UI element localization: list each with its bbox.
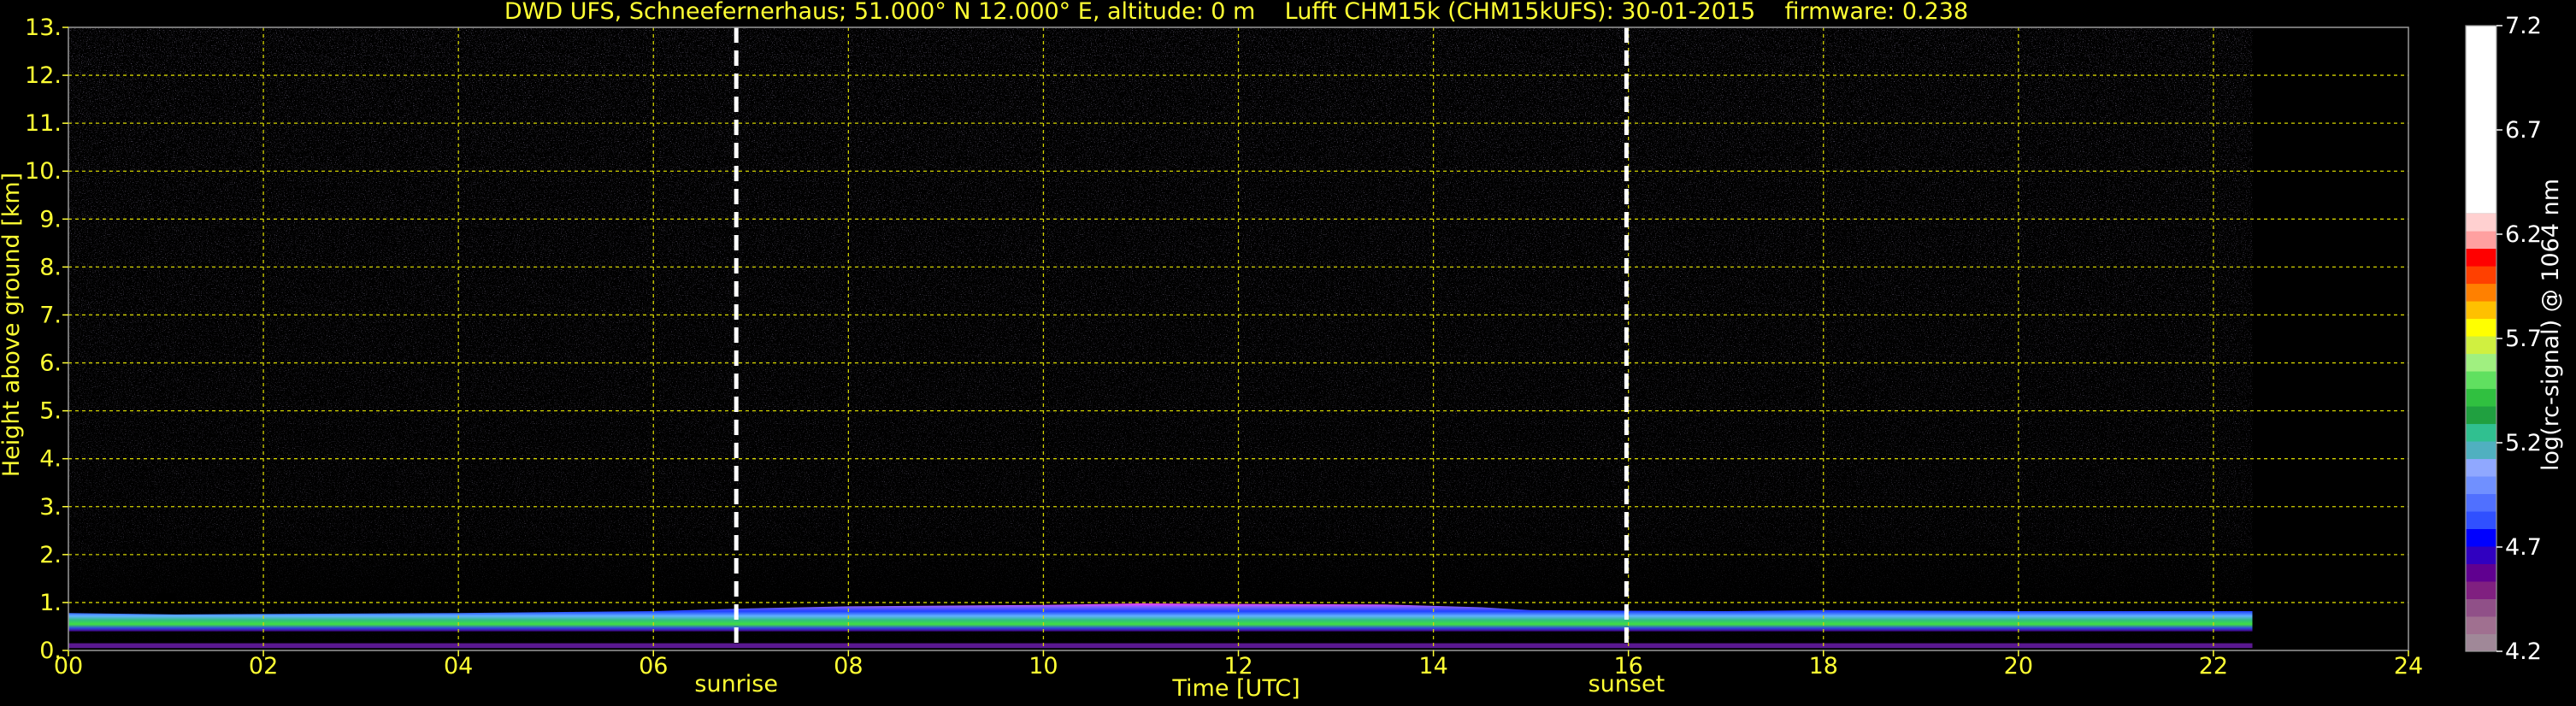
y-tick-label: 1. [39,590,62,616]
x-tick-label: 16 [1613,653,1642,680]
signal-noise-fade [68,27,2253,650]
colorbar-swatch [2466,581,2496,600]
x-tick-label: 10 [1029,653,1058,680]
colorbar-swatch [2466,213,2496,232]
colorbar-swatch [2466,318,2496,337]
x-axis-label: Time [UTC] [1171,675,1300,702]
ceilometer-chart: sunrise sunset 00 02 04 06 08 10 12 14 16 18 20 22 24… [0,0,2564,702]
y-tick-label: 13. [25,15,62,41]
y-tick-label: 10. [25,158,62,185]
x-tick-label: 08 [834,653,863,680]
y-axis-label: Height above ground [km] [0,173,25,477]
colorbar-swatch [2466,26,2496,214]
x-tick-label: 02 [249,653,278,680]
colorbar-tick-label: 5.7 [2505,326,2542,352]
y-tick-label: 7. [39,302,62,328]
colorbar-swatch [2466,301,2496,320]
x-tick-label: 18 [1809,653,1838,680]
colorbar-swatch [2466,441,2496,460]
colorbar-tick-label: 6.2 [2505,221,2542,248]
x-tick-label: 24 [2394,653,2423,680]
y-tick-label: 4. [39,446,62,473]
y-axis-ticks: 0. 1. 2. 3. 4. 5. 6. 7. 8. 9. 10. 11. 12. 13. [25,15,68,664]
colorbar-swatch [2466,458,2496,477]
colorbar-swatch [2466,406,2496,425]
x-tick-label: 14 [1418,653,1447,680]
y-tick-label: 9. [39,206,62,232]
colorbar-swatch [2466,616,2496,635]
colorbar-swatch [2466,563,2496,582]
colorbar-label: log(rc-signal) @ 1064 nm [2538,179,2564,471]
colorbar-swatch [2466,283,2496,302]
colorbar-tick-label: 7.2 [2505,13,2542,39]
y-tick-label: 12. [25,62,62,89]
y-tick-label: 8. [39,254,62,280]
colorbar-swatch [2466,266,2496,285]
y-tick-label: 3. [39,494,62,521]
colorbar-tick-label: 4.7 [2505,534,2542,561]
colorbar-swatch [2466,423,2496,442]
colorbar-tick-label: 5.2 [2505,430,2542,456]
ground-signal-band [68,643,2253,649]
colorbar-swatch [2466,371,2496,390]
event-label-sunrise: sunrise [694,671,778,697]
colorbar-swatch [2466,546,2496,565]
colorbar-swatch [2466,353,2496,372]
y-tick-label: 11. [25,110,62,137]
y-tick-label: 5. [39,398,62,425]
colorbar-swatch [2466,476,2496,495]
colorbar-tick-label: 6.7 [2505,117,2542,144]
x-tick-label: 04 [444,653,473,680]
colorbar-swatch [2466,248,2496,267]
colorbar-swatch [2466,528,2496,547]
colorbar-swatch [2466,633,2496,652]
y-tick-label: 2. [39,542,62,568]
colorbar-swatch [2466,388,2496,407]
x-tick-label: 22 [2199,653,2228,680]
colorbar-swatch [2466,511,2496,530]
colorbar-swatch [2466,493,2496,512]
colorbar-swatch [2466,598,2496,617]
colorbar-tick-label: 4.2 [2505,638,2542,665]
y-tick-label: 0. [39,638,62,664]
y-tick-label: 6. [39,350,62,377]
chart-title: DWD UFS, Schneefernerhaus; 51.000° N 12.… [504,0,1968,25]
colorbar: 4.2 4.7 5.2 5.7 6.2 6.7 7.2 [2465,13,2542,665]
plot-area: sunrise sunset [68,26,2409,697]
colorbar-swatch [2466,231,2496,250]
x-tick-label: 20 [2004,653,2033,680]
colorbar-swatch [2466,336,2496,355]
x-tick-label: 06 [639,653,668,680]
